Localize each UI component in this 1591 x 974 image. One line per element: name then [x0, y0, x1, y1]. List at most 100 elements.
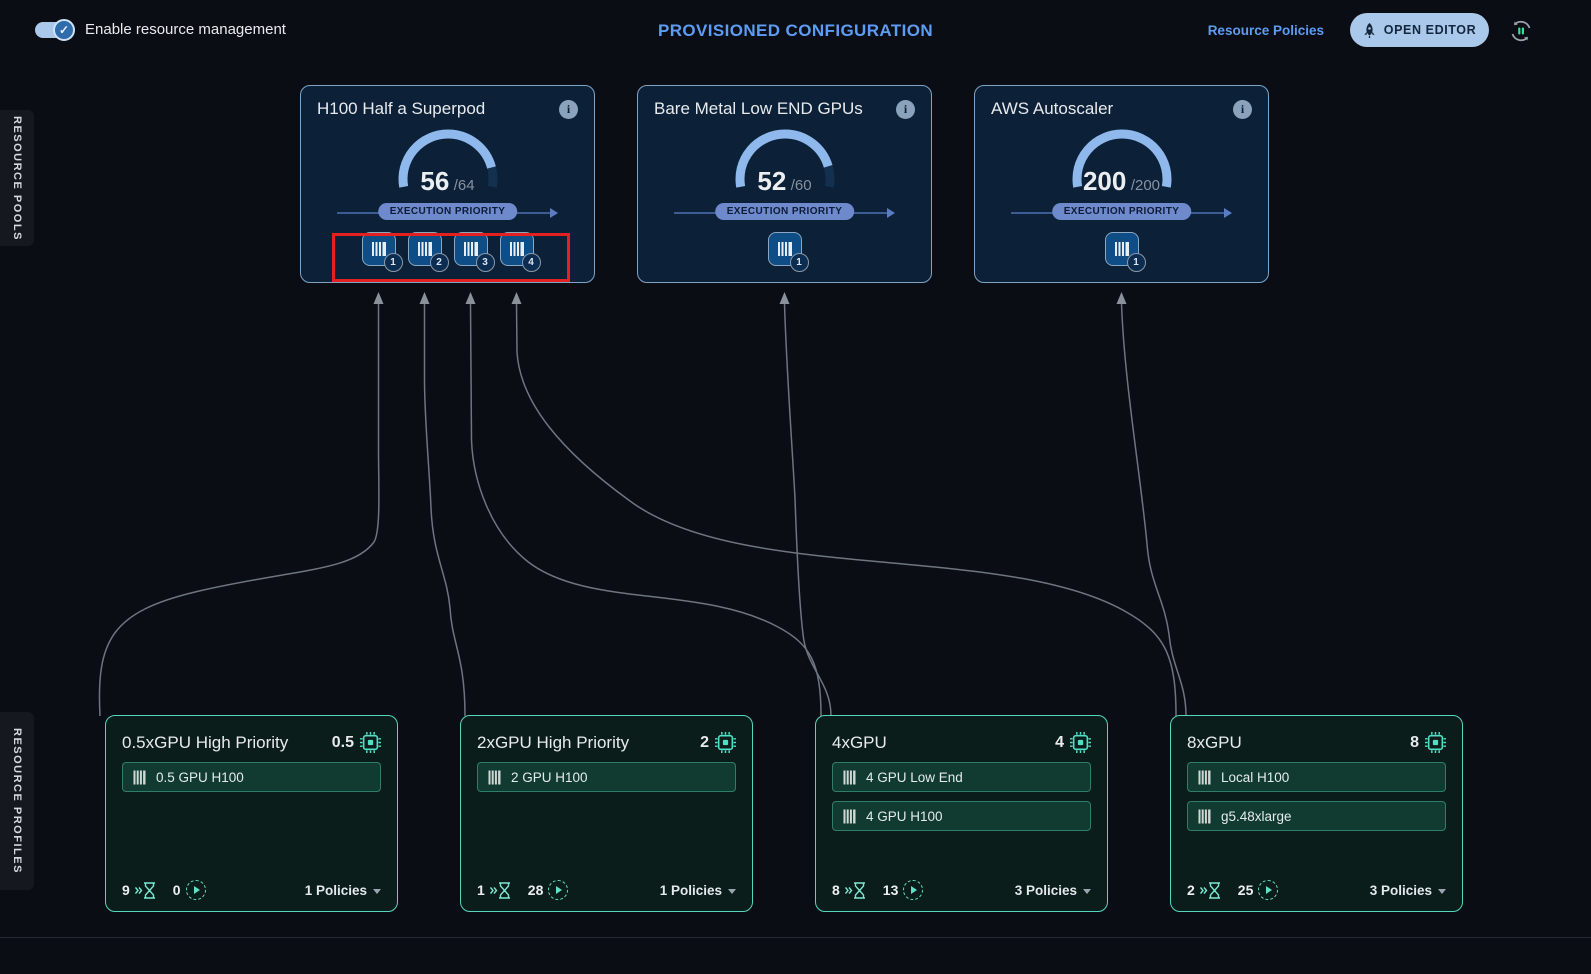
toggle-label: Enable resource management [85, 21, 286, 38]
profile-title: 4xGPU [832, 733, 887, 753]
execution-priority-label: EXECUTION PRIORITY [1052, 203, 1192, 220]
resource-label: 0.5 GPU H100 [156, 770, 244, 785]
gpu-barcode-icon [1198, 809, 1211, 824]
gpu-barcode-icon[interactable]: 1 [768, 232, 802, 266]
capacity-gauge: 52 /60 [654, 121, 915, 197]
resource-profiles-tab[interactable]: RESOURCE PROFILES [0, 712, 34, 890]
execution-priority-label: EXECUTION PRIORITY [715, 203, 855, 220]
chevron-down-icon [1083, 889, 1091, 894]
priority-slots-row: 1 [991, 232, 1252, 266]
resource-row[interactable]: Local H100 [1187, 762, 1446, 792]
policies-dropdown[interactable]: 3 Policies [1015, 883, 1091, 898]
gpu-barcode-icon [843, 809, 856, 824]
gpu-barcode-icon[interactable]: 2 [408, 232, 442, 266]
gpu-barcode-icon[interactable]: 4 [500, 232, 534, 266]
play-dotted-icon [903, 880, 923, 900]
gpu-barcode-icon[interactable]: 1 [362, 232, 396, 266]
profile-card-4xgpu[interactable]: 4xGPU 4 4 GPU Low End 4 GPU H100 [815, 715, 1108, 912]
sync-pause-icon[interactable] [1508, 18, 1534, 44]
open-editor-button[interactable]: OPEN EDITOR [1350, 13, 1489, 47]
gpu-count: 4 [1055, 734, 1064, 752]
chevron-down-icon [373, 889, 381, 894]
slot-number-badge: 1 [790, 253, 809, 272]
resource-pools-tab[interactable]: RESOURCE POOLS [0, 110, 34, 246]
enable-resource-management-toggle-group: ✓ Enable resource management [35, 21, 286, 38]
pool-card-bare-metal-low-end[interactable]: Bare Metal Low END GPUs i 52 /60 EXECUTI… [637, 85, 932, 283]
info-icon[interactable]: i [559, 100, 578, 119]
policies-dropdown[interactable]: 1 Policies [660, 883, 736, 898]
resource-label: g5.48xlarge [1221, 809, 1292, 824]
running-stat: 0 [173, 880, 206, 900]
running-stat: 28 [528, 880, 569, 900]
running-stat: 25 [1238, 880, 1279, 900]
pool-card-aws-autoscaler[interactable]: AWS Autoscaler i 200 /200 EXECUTION PRIO… [974, 85, 1269, 283]
resource-row[interactable]: g5.48xlarge [1187, 801, 1446, 831]
pending-stat: 1 [477, 882, 512, 899]
bottom-divider [0, 937, 1591, 938]
slot-number-badge: 2 [430, 253, 449, 272]
resource-row[interactable]: 4 GPU Low End [832, 762, 1091, 792]
resource-label: 4 GPU H100 [866, 809, 943, 824]
cpu-chip-icon [360, 732, 381, 753]
slot-number-badge: 1 [1127, 253, 1146, 272]
gpu-barcode-icon [133, 770, 146, 785]
profile-card-8xgpu[interactable]: 8xGPU 8 Local H100 g5.48xlarge [1170, 715, 1463, 912]
slot-number-badge: 1 [384, 253, 403, 272]
gpu-barcode-icon [843, 770, 856, 785]
gpu-count: 8 [1410, 734, 1419, 752]
pending-stat: 2 [1187, 882, 1222, 899]
resource-management-toggle[interactable]: ✓ [35, 22, 73, 38]
gauge-used-value: 52 [757, 166, 786, 196]
gpu-barcode-icon [488, 770, 501, 785]
resource-policies-link[interactable]: Resource Policies [1208, 23, 1324, 38]
execution-priority-axis: EXECUTION PRIORITY [317, 203, 578, 223]
info-icon[interactable]: i [896, 100, 915, 119]
hourglass-arrow-icon [845, 882, 867, 899]
profile-card-05xgpu-high-priority[interactable]: 0.5xGPU High Priority 0.5 0.5 GPU H100 9 [105, 715, 398, 912]
hourglass-arrow-icon [135, 882, 157, 899]
provisioned-configuration-screen: ✓ Enable resource management PROVISIONED… [0, 0, 1591, 974]
profile-title: 0.5xGPU High Priority [122, 733, 288, 753]
resource-label: 2 GPU H100 [511, 770, 588, 785]
priority-slots-row: 1 [654, 232, 915, 266]
pending-stat: 9 [122, 882, 157, 899]
play-dotted-icon [548, 880, 568, 900]
info-icon[interactable]: i [1233, 100, 1252, 119]
page-title: PROVISIONED CONFIGURATION [658, 21, 933, 41]
resource-row[interactable]: 0.5 GPU H100 [122, 762, 381, 792]
resource-label: 4 GPU Low End [866, 770, 963, 785]
resource-row[interactable]: 2 GPU H100 [477, 762, 736, 792]
cpu-chip-icon [1070, 732, 1091, 753]
resource-label: Local H100 [1221, 770, 1289, 785]
gpu-barcode-icon[interactable]: 1 [1105, 232, 1139, 266]
profile-title: 2xGPU High Priority [477, 733, 629, 753]
cpu-chip-icon [1425, 732, 1446, 753]
capacity-gauge: 200 /200 [991, 121, 1252, 197]
rocket-icon [1363, 23, 1376, 38]
gpu-barcode-icon[interactable]: 3 [454, 232, 488, 266]
pending-stat: 8 [832, 882, 867, 899]
running-stat: 13 [883, 880, 924, 900]
gauge-used-value: 200 [1083, 166, 1126, 196]
gauge-capacity-value: /64 [454, 177, 475, 194]
execution-priority-axis: EXECUTION PRIORITY [654, 203, 915, 223]
pool-card-h100-half-superpod[interactable]: H100 Half a Superpod i 56 /64 EXECUTION … [300, 85, 595, 283]
capacity-gauge: 56 /64 [317, 121, 578, 197]
pool-title: H100 Half a Superpod [317, 99, 485, 119]
gpu-count: 0.5 [332, 734, 354, 752]
chevron-down-icon [728, 889, 736, 894]
slot-number-badge: 4 [522, 253, 541, 272]
gauge-capacity-value: /60 [791, 177, 812, 194]
pool-title: Bare Metal Low END GPUs [654, 99, 863, 119]
profile-card-2xgpu-high-priority[interactable]: 2xGPU High Priority 2 2 GPU H100 1 [460, 715, 753, 912]
policies-dropdown[interactable]: 1 Policies [305, 883, 381, 898]
arrow-right-icon [887, 208, 895, 218]
arrow-right-icon [550, 208, 558, 218]
slot-number-badge: 3 [476, 253, 495, 272]
play-dotted-icon [1258, 880, 1278, 900]
arrow-right-icon [1224, 208, 1232, 218]
profile-title: 8xGPU [1187, 733, 1242, 753]
policies-dropdown[interactable]: 3 Policies [1370, 883, 1446, 898]
resource-row[interactable]: 4 GPU H100 [832, 801, 1091, 831]
gpu-barcode-icon [1198, 770, 1211, 785]
